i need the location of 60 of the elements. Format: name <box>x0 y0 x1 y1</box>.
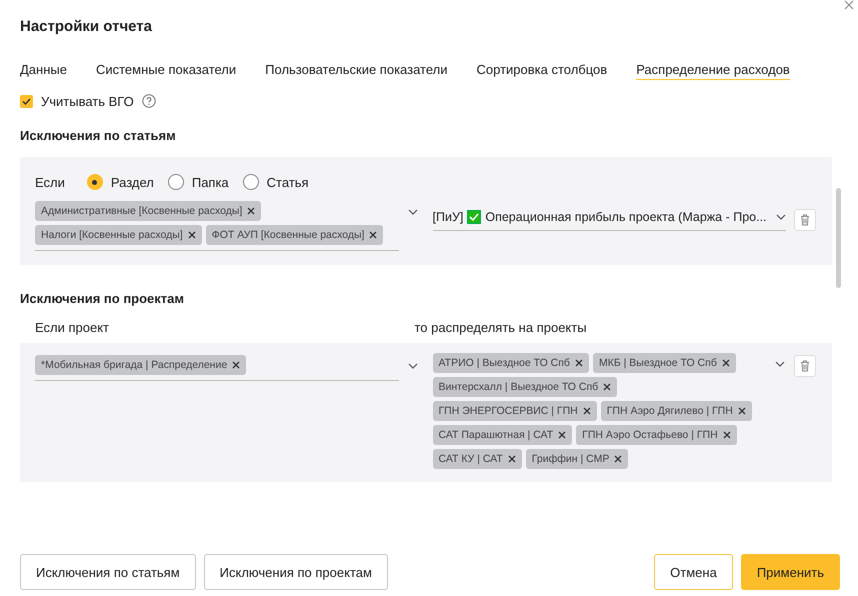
trash-icon <box>800 360 810 372</box>
section-heading: Исключения по статьям <box>20 127 177 145</box>
tag-chip[interactable]: Административные [Косвенные расходы] <box>35 201 262 221</box>
remove-icon[interactable] <box>247 207 256 215</box>
trash-icon <box>800 214 810 226</box>
tab[interactable]: Распределение расходов <box>636 52 790 80</box>
chevron-icon[interactable] <box>408 209 418 215</box>
condition-label: Если <box>35 174 65 190</box>
tag-chip[interactable]: Налоги [Косвенные расходы] <box>35 225 202 245</box>
check-icon <box>467 210 482 224</box>
tag-chip[interactable]: ГПН ЭНЕРГОСЕРВИС | ГПН <box>432 401 597 421</box>
remove-icon[interactable] <box>188 231 196 239</box>
check-icon <box>22 98 31 104</box>
radio-option[interactable]: Раздел <box>86 174 154 190</box>
remove-icon[interactable] <box>603 383 612 391</box>
remove-icon[interactable] <box>558 431 566 439</box>
radio-option[interactable]: Папка <box>168 174 229 190</box>
select-field[interactable]: [ПиУ] Операционная прибыль проекта (Маржа - Про... <box>432 210 786 230</box>
tag-chip[interactable]: Гриффин | СМР <box>526 449 628 469</box>
remove-icon[interactable] <box>232 361 240 369</box>
section-heading: Исключения по проектам <box>20 290 186 308</box>
checkbox-label: Учитывать ВГО <box>41 94 134 108</box>
tag-chip[interactable]: САТ КУ | САТ <box>432 449 522 469</box>
cancel-button[interactable]: Отмена <box>654 554 733 590</box>
remove-icon[interactable] <box>582 407 591 415</box>
chevron-icon[interactable] <box>775 361 785 367</box>
remove-icon[interactable] <box>369 231 378 239</box>
tab[interactable]: Пользовательские показатели <box>265 52 448 80</box>
field-label: то распределять на проекты <box>414 320 588 335</box>
remove-icon[interactable] <box>722 359 730 367</box>
remove-icon[interactable] <box>614 455 622 463</box>
tag-chip[interactable]: САТ Парашютная | САТ <box>432 425 572 445</box>
chevron-icon[interactable] <box>408 363 418 369</box>
checkbox[interactable] <box>20 94 33 108</box>
scrollbar-thumb[interactable] <box>836 188 841 288</box>
tag-chip[interactable]: ФОТ АУП [Косвенные расходы] <box>206 225 384 245</box>
tag-chip[interactable]: ГПН Аэро Остафьево | ГПН <box>576 425 737 445</box>
remove-icon[interactable] <box>738 407 746 415</box>
close-icon[interactable] <box>844 0 854 10</box>
remove-icon[interactable] <box>508 455 516 463</box>
help-icon[interactable] <box>142 94 156 108</box>
secondary-button[interactable]: Исключения по проектам <box>204 554 388 590</box>
field-label: Если проект <box>35 320 110 335</box>
tag-chip[interactable]: ГПН Аэро Дягилево | ГПН <box>600 401 752 421</box>
tab[interactable]: Системные показатели <box>96 52 236 80</box>
remove-icon[interactable] <box>722 431 731 439</box>
apply-button[interactable]: Применить <box>740 554 840 590</box>
tab[interactable]: Данные <box>20 52 67 80</box>
tag-chip[interactable]: МКБ | Выездное ТО Спб <box>592 353 736 373</box>
chevron-icon[interactable] <box>776 214 786 220</box>
delete-button[interactable] <box>794 355 816 377</box>
tab[interactable]: Сортировка столбцов <box>476 52 608 80</box>
secondary-button[interactable]: Исключения по статьям <box>20 554 196 590</box>
remove-icon[interactable] <box>574 359 583 367</box>
dialog-title: Настройки отчета <box>20 18 153 37</box>
tag-chip[interactable]: *Мобильная бригада | Распределение <box>35 355 246 375</box>
radio-option[interactable]: Статья <box>242 174 309 190</box>
tag-chip[interactable]: АТРИО | Выездное ТО Спб <box>432 353 589 373</box>
tag-chip[interactable]: Винтерсхалл | Выездное ТО Спб <box>432 377 618 397</box>
delete-button[interactable] <box>794 209 816 231</box>
